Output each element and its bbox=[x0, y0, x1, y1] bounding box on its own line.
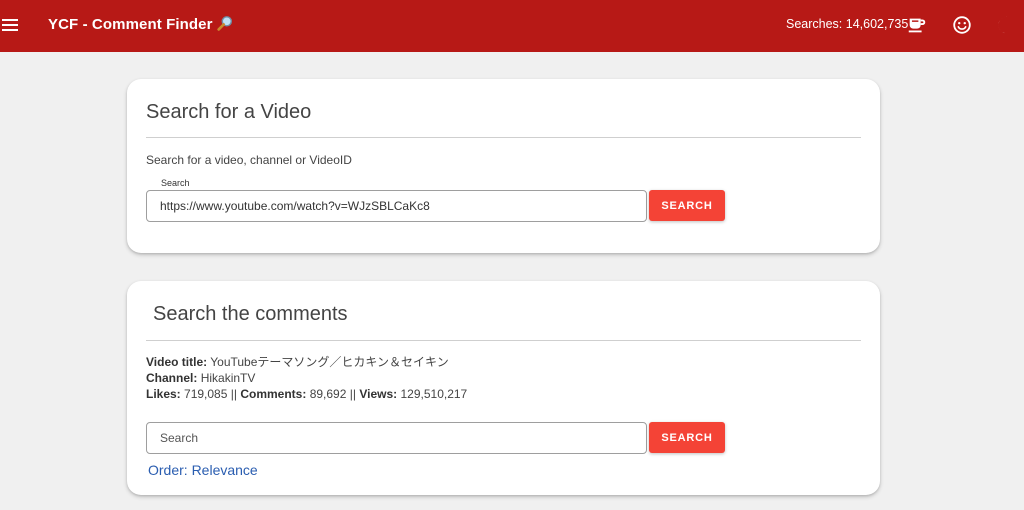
comments-value: 89,692 bbox=[309, 387, 347, 401]
searches-counter: Searches: 14,602,735 bbox=[786, 17, 909, 31]
video-title-label: Video title: bbox=[146, 355, 208, 369]
video-search-button[interactable]: SEARCH bbox=[649, 190, 725, 221]
smile-icon[interactable] bbox=[951, 14, 973, 36]
views-value: 129,510,217 bbox=[400, 387, 468, 401]
video-info: Video title: YouTubeテーマソング／ヒカキン＆セイキン Cha… bbox=[146, 354, 467, 402]
magnifier-icon bbox=[216, 16, 232, 31]
video-search-input[interactable] bbox=[147, 191, 646, 221]
video-search-hint: Search for a video, channel or VideoID bbox=[146, 153, 352, 167]
comment-search-title: Search the comments bbox=[153, 303, 348, 325]
comment-search-input[interactable] bbox=[147, 423, 646, 453]
divider bbox=[146, 137, 861, 138]
channel-line: Channel: HikakinTV bbox=[146, 370, 467, 386]
coffee-icon[interactable] bbox=[906, 14, 928, 36]
order-relevance-link[interactable]: Order: Relevance bbox=[148, 462, 258, 478]
video-search-field: Search bbox=[146, 178, 647, 222]
comments-label: Comments: bbox=[240, 387, 307, 401]
menu-icon[interactable] bbox=[2, 14, 20, 36]
video-title-line: Video title: YouTubeテーマソング／ヒカキン＆セイキン bbox=[146, 354, 467, 370]
channel-value: HikakinTV bbox=[200, 371, 256, 385]
divider bbox=[146, 340, 861, 341]
stats-line: Likes: 719,085 || Comments: 89,692 || Vi… bbox=[146, 386, 467, 402]
video-search-card: Search for a Video Search for a video, c… bbox=[127, 79, 880, 253]
moon-icon[interactable] bbox=[993, 14, 1015, 36]
likes-value: 719,085 bbox=[184, 387, 228, 401]
stats-separator: || bbox=[230, 387, 237, 401]
video-search-field-label: Search bbox=[156, 178, 195, 188]
app-title[interactable]: YCF - Comment Finder bbox=[48, 15, 234, 33]
app-bar: YCF - Comment Finder Searches: 14,602,73… bbox=[0, 0, 1024, 52]
comment-search-field bbox=[146, 422, 647, 454]
video-title-value: YouTubeテーマソング／ヒカキン＆セイキン bbox=[210, 355, 449, 369]
app-title-text: YCF - Comment Finder bbox=[48, 15, 213, 33]
views-label: Views: bbox=[359, 387, 398, 401]
comment-search-button[interactable]: SEARCH bbox=[649, 422, 725, 453]
comment-search-card: Search the comments Video title: YouTube… bbox=[127, 281, 880, 495]
channel-label: Channel: bbox=[146, 371, 198, 385]
video-search-title: Search for a Video bbox=[146, 101, 312, 123]
likes-label: Likes: bbox=[146, 387, 181, 401]
stats-separator: || bbox=[349, 387, 356, 401]
